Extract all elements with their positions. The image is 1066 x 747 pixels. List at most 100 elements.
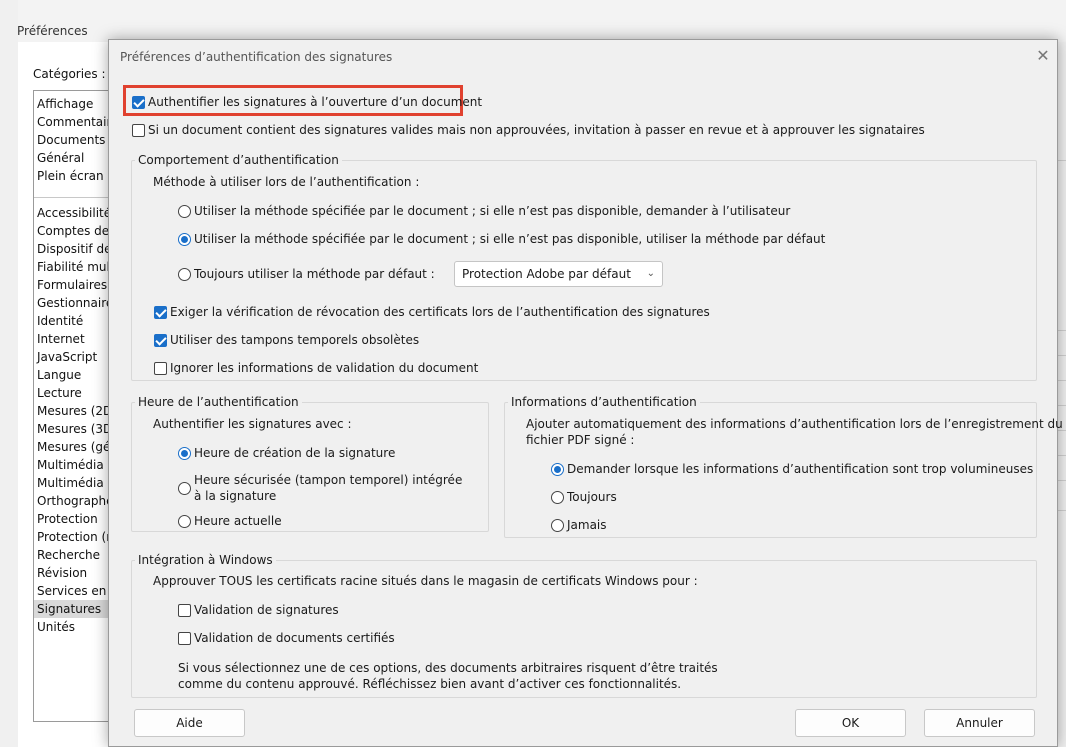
category-item[interactable]: Documents [37, 131, 105, 149]
behavior-group-title: Comportement d’authentification [135, 153, 342, 167]
expired-timestamps-checkbox[interactable]: Utiliser des tampons temporels obsolètes [154, 331, 419, 349]
categories-list[interactable]: Affichage Commentaire Documents Général Plei… [33, 90, 111, 722]
category-item[interactable]: Formulaires [37, 276, 107, 294]
checkbox-box[interactable] [178, 631, 191, 645]
info-option-never[interactable]: Jamais [551, 516, 607, 534]
checkbox-box[interactable] [154, 305, 167, 319]
checkbox-box[interactable] [132, 123, 145, 137]
help-button[interactable]: Aide [134, 709, 245, 737]
category-item[interactable]: Mesures (2D) [37, 402, 110, 420]
radio-button[interactable] [178, 446, 191, 460]
category-item[interactable]: Protection [37, 510, 98, 528]
windows-validation-signatures-checkbox[interactable]: Validation de signatures [178, 601, 339, 619]
ignore-validation-checkbox[interactable]: Ignorer les informations de validation d… [154, 359, 478, 377]
ok-button[interactable]: OK [795, 709, 906, 737]
method-option-always[interactable]: Toujours utiliser la méthode par défaut … [178, 265, 435, 283]
category-item[interactable]: Gestionnaire [37, 294, 110, 312]
category-item[interactable]: Signatures [34, 600, 110, 618]
windows-trust-label: Approuver TOUS les certificats racine si… [153, 574, 698, 588]
time-group-title: Heure de l’authentification [135, 395, 302, 409]
method-option-ask[interactable]: Utiliser la méthode spécifiée par le doc… [178, 202, 790, 220]
preferences-titlebar [0, 0, 1066, 42]
info-option-always[interactable]: Toujours [551, 488, 617, 506]
radio-label: Toujours [567, 490, 617, 504]
checkbox-label: Utiliser des tampons temporels obsolètes [170, 333, 420, 347]
category-item[interactable]: Services en li [37, 582, 110, 600]
method-option-default[interactable]: Utiliser la méthode spécifiée par le doc… [178, 230, 825, 248]
verify-on-open-checkbox[interactable]: Authentifier les signatures à l’ouvertur… [132, 93, 482, 111]
radio-label: Utiliser la méthode spécifiée par le doc… [194, 204, 791, 218]
category-item[interactable]: Lecture [37, 384, 82, 402]
windows-group-title: Intégration à Windows [135, 553, 276, 567]
windows-warning-line2: comme du contenu approuvé. Réfléchissez … [178, 677, 682, 691]
chevron-down-icon: ⌄ [646, 268, 655, 279]
category-item[interactable]: Multimédia ( [37, 456, 110, 474]
category-item[interactable]: Général [37, 149, 84, 167]
method-label: Méthode à utiliser lors de l’authentific… [153, 175, 420, 189]
checkbox-label: Exiger la vérification de révocation des… [170, 305, 710, 319]
preferences-title: Préférences [17, 24, 88, 38]
prompt-review-checkbox[interactable]: Si un document contient des signatures v… [132, 121, 925, 139]
signature-verification-dialog: Préférences d’authentification des signa… [108, 39, 1063, 747]
category-item[interactable]: Identité [37, 312, 83, 330]
radio-button[interactable] [178, 232, 191, 246]
radio-button[interactable] [178, 514, 191, 528]
time-option-secure[interactable]: Heure sécurisée (tampon temporel) intégr… [178, 471, 462, 505]
category-item[interactable]: Multimédia e [37, 474, 110, 492]
category-item[interactable]: Recherche [37, 546, 100, 564]
radio-button[interactable] [178, 267, 191, 281]
radio-label: à la signature [194, 489, 277, 503]
category-item[interactable]: Unités [37, 618, 75, 636]
radio-label: Heure de création de la signature [194, 446, 396, 460]
radio-label: Utiliser la méthode spécifiée par le doc… [194, 232, 826, 246]
time-option-current[interactable]: Heure actuelle [178, 512, 282, 530]
checkbox-box[interactable] [154, 333, 167, 347]
category-item[interactable]: Affichage [37, 95, 93, 113]
category-item[interactable]: Langue [37, 366, 81, 384]
category-item[interactable]: Internet [37, 330, 85, 348]
info-group-title: Informations d’authentification [508, 395, 700, 409]
checkbox-label: Validation de documents certifiés [194, 631, 395, 645]
radio-button[interactable] [551, 518, 564, 532]
windows-validation-certified-checkbox[interactable]: Validation de documents certifiés [178, 629, 395, 647]
revocation-check-checkbox[interactable]: Exiger la vérification de révocation des… [154, 303, 710, 321]
category-item[interactable]: JavaScript [37, 348, 97, 366]
checkbox-label: Validation de signatures [194, 603, 339, 617]
radio-label: Jamais [567, 518, 607, 532]
info-label-line2: fichier PDF signé : [526, 433, 635, 447]
windows-warning-line1: Si vous sélectionnez une de ces options,… [178, 661, 718, 675]
default-method-select[interactable]: Protection Adobe par défaut ⌄ [454, 261, 663, 287]
info-label-line1: Ajouter automatiquement des informations… [526, 417, 1063, 431]
category-item[interactable]: Fiabilité mult [37, 258, 110, 276]
checkbox-box[interactable] [178, 603, 191, 617]
close-icon[interactable]: ✕ [1033, 46, 1053, 66]
radio-label: Heure sécurisée (tampon temporel) intégr… [194, 473, 463, 487]
window-left-edge [0, 0, 18, 747]
category-item[interactable]: Accessibilité [37, 204, 110, 222]
checkbox-label: Si un document contient des signatures v… [148, 123, 925, 137]
checkbox-label: Ignorer les informations de validation d… [170, 361, 479, 375]
radio-button[interactable] [551, 490, 564, 504]
categories-label: Catégories : [33, 67, 106, 81]
radio-button[interactable] [551, 462, 564, 476]
checkbox-box[interactable] [154, 361, 167, 375]
category-item[interactable]: Mesures (3D) [37, 420, 110, 438]
category-item[interactable]: Protection (re [37, 528, 110, 546]
category-item[interactable]: Mesures (géo [37, 438, 110, 456]
checkbox-box[interactable] [132, 95, 145, 109]
select-value: Protection Adobe par défaut [462, 267, 631, 281]
dialog-title: Préférences d’authentification des signa… [120, 50, 393, 64]
category-item[interactable]: Révision [37, 564, 87, 582]
radio-button[interactable] [178, 204, 191, 218]
category-item[interactable]: Comptes de r [37, 222, 110, 240]
info-option-ask[interactable]: Demander lorsque les informations d’auth… [551, 460, 1033, 478]
cancel-button[interactable]: Annuler [924, 709, 1035, 737]
category-item[interactable]: Dispositif de [37, 240, 110, 258]
category-item[interactable]: Orthographe [37, 492, 110, 510]
time-option-creation[interactable]: Heure de création de la signature [178, 444, 395, 462]
category-item[interactable]: Plein écran [37, 167, 104, 185]
radio-label-block: Heure sécurisée (tampon temporel) intégr… [194, 472, 462, 504]
radio-label: Toujours utiliser la méthode par défaut … [194, 267, 435, 281]
category-item[interactable]: Commentaire [37, 113, 110, 131]
radio-button[interactable] [178, 481, 191, 495]
